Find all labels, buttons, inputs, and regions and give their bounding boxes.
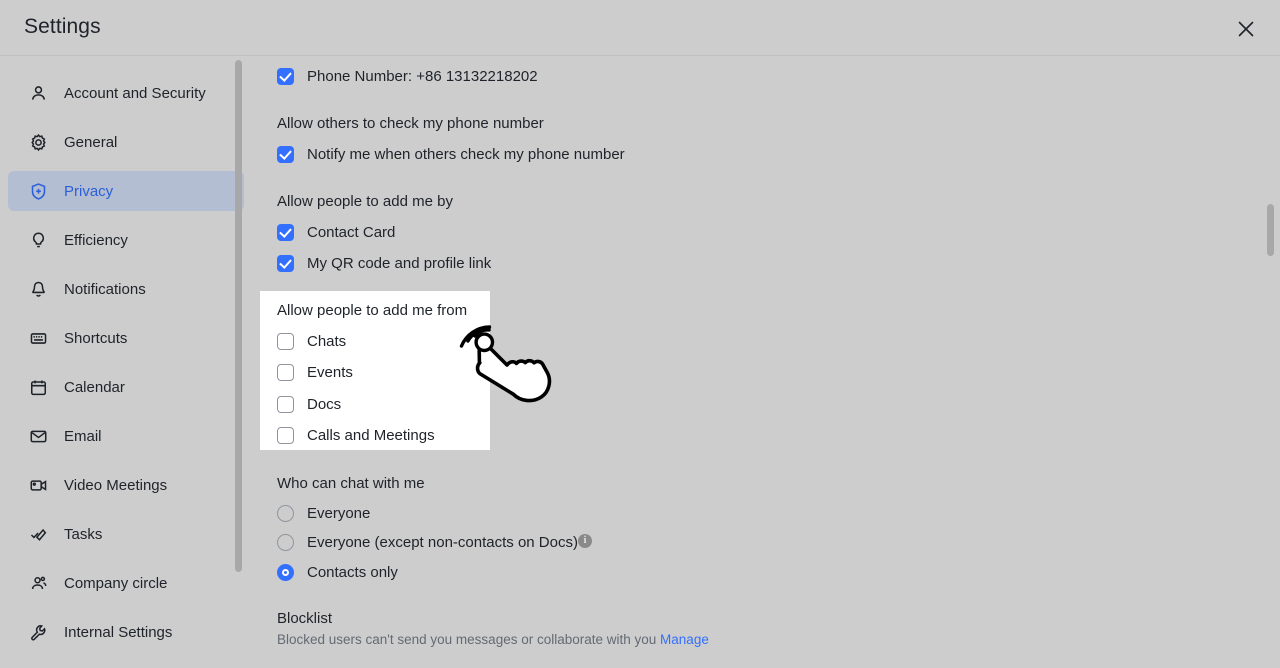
sidebar-item-label: Video Meetings <box>64 476 168 494</box>
sidebar-item-label: Shortcuts <box>64 329 128 347</box>
checkbox-contact-card[interactable] <box>277 223 294 241</box>
checkbox-events[interactable] <box>277 363 294 381</box>
radio-row-contacts-only[interactable]: Contacts only <box>277 561 398 583</box>
radio-label: Everyone <box>307 504 371 522</box>
checkbox-label: Chats <box>307 332 347 350</box>
wrench-icon <box>28 622 48 642</box>
shield-plus-icon <box>28 181 48 201</box>
blocklist-manage-link[interactable]: Manage <box>660 632 709 647</box>
sidebar-scrollbar-thumb[interactable] <box>235 60 242 572</box>
sidebar-item-company-circle[interactable]: Company circle <box>8 563 244 603</box>
privacy-settings-panel: Phone Number: +86 13132218202 Allow othe… <box>252 56 1280 668</box>
sidebar-item-email[interactable]: Email <box>8 416 244 456</box>
sidebar-item-privacy[interactable]: Privacy <box>8 171 244 211</box>
radio-everyone-except-noncontacts[interactable] <box>277 533 294 551</box>
sidebar: Account and Security General Privacy Eff… <box>0 56 252 668</box>
group-label-add-me-from: Allow people to add me from <box>277 302 468 319</box>
checkbox-row-chats[interactable]: Chats <box>277 330 346 352</box>
checkbox-label: Calls and Meetings <box>307 426 435 444</box>
checkbox-row-contact-card[interactable]: Contact Card <box>277 221 395 243</box>
sidebar-item-label: Email <box>64 427 102 445</box>
lightbulb-icon <box>28 230 48 250</box>
blocklist-description: Blocked users can't send you messages or… <box>277 632 709 647</box>
info-icon[interactable]: i <box>578 534 592 548</box>
checkbox-chats[interactable] <box>277 332 294 350</box>
checkbox-label: Contact Card <box>307 223 396 241</box>
radio-row-everyone-except-noncontacts[interactable]: Everyone (except non-contacts on Docs) <box>277 531 578 553</box>
sidebar-item-general[interactable]: General <box>8 122 244 162</box>
checkbox-label: Notify me when others check my phone num… <box>307 145 625 163</box>
bell-icon <box>28 279 48 299</box>
checkbox-phone-number[interactable] <box>277 67 294 85</box>
sidebar-scrollbar-track[interactable] <box>235 56 247 668</box>
checkbox-label: Events <box>307 363 353 381</box>
keyboard-icon <box>28 328 48 348</box>
checkbox-notify-phone-check[interactable] <box>277 145 294 163</box>
sidebar-item-label: Company circle <box>64 574 168 592</box>
check-pen-icon <box>28 524 48 544</box>
group-label-check-phone-number: Allow others to check my phone number <box>277 115 544 132</box>
sidebar-item-label: Tasks <box>64 525 103 543</box>
sidebar-item-label: Privacy <box>64 182 114 200</box>
checkbox-calls-and-meetings[interactable] <box>277 426 294 444</box>
radio-everyone[interactable] <box>277 504 294 522</box>
sidebar-item-calendar[interactable]: Calendar <box>8 367 244 407</box>
gear-icon <box>28 132 48 152</box>
title-bar: Settings <box>0 0 1280 56</box>
sidebar-item-video-meetings[interactable]: Video Meetings <box>8 465 244 505</box>
checkbox-row-events[interactable]: Events <box>277 361 353 383</box>
content-scrollbar-thumb[interactable] <box>1267 204 1274 256</box>
checkbox-row-notify-phone-check[interactable]: Notify me when others check my phone num… <box>277 143 625 165</box>
sidebar-item-label: Calendar <box>64 378 125 396</box>
sidebar-item-label: Account and Security <box>64 84 206 102</box>
group-label-who-can-chat: Who can chat with me <box>277 475 425 492</box>
calendar-icon <box>28 377 48 397</box>
radio-contacts-only[interactable] <box>277 563 294 581</box>
checkbox-row-calls-and-meetings[interactable]: Calls and Meetings <box>277 424 435 446</box>
sidebar-item-label: Efficiency <box>64 231 128 249</box>
radio-row-everyone[interactable]: Everyone <box>277 502 370 524</box>
sidebar-item-efficiency[interactable]: Efficiency <box>8 220 244 260</box>
settings-window: Settings Account and Security General Pr… <box>0 0 1280 668</box>
radio-label: Everyone (except non-contacts on Docs) <box>307 533 578 551</box>
checkbox-row-docs[interactable]: Docs <box>277 393 341 415</box>
blocklist-description-text: Blocked users can't send you messages or… <box>277 632 657 647</box>
sidebar-item-account-and-security[interactable]: Account and Security <box>8 73 244 113</box>
checkbox-row-phone-number[interactable]: Phone Number: +86 13132218202 <box>277 65 538 87</box>
sidebar-item-tasks[interactable]: Tasks <box>8 514 244 554</box>
sidebar-item-label: Notifications <box>64 280 146 298</box>
blocklist-title: Blocklist <box>277 610 333 627</box>
sidebar-item-shortcuts[interactable]: Shortcuts <box>8 318 244 358</box>
envelope-icon <box>28 426 48 446</box>
group-label-add-me-by: Allow people to add me by <box>277 193 453 210</box>
checkbox-qr-code-profile-link[interactable] <box>277 254 294 272</box>
checkbox-label: Docs <box>307 395 342 413</box>
sidebar-item-internal-settings[interactable]: Internal Settings <box>8 612 244 652</box>
checkbox-label: Phone Number: +86 13132218202 <box>307 67 538 85</box>
sidebar-item-notifications[interactable]: Notifications <box>8 269 244 309</box>
close-icon[interactable] <box>1230 13 1262 45</box>
checkbox-docs[interactable] <box>277 395 294 413</box>
sidebar-item-label: General <box>64 133 118 151</box>
person-icon <box>28 83 48 103</box>
people-icon <box>28 573 48 593</box>
video-camera-icon <box>28 475 48 495</box>
checkbox-row-qr-code-profile-link[interactable]: My QR code and profile link <box>277 252 491 274</box>
radio-label: Contacts only <box>307 563 398 581</box>
page-title: Settings <box>24 15 101 38</box>
checkbox-label: My QR code and profile link <box>307 254 492 272</box>
sidebar-item-label: Internal Settings <box>64 623 173 641</box>
